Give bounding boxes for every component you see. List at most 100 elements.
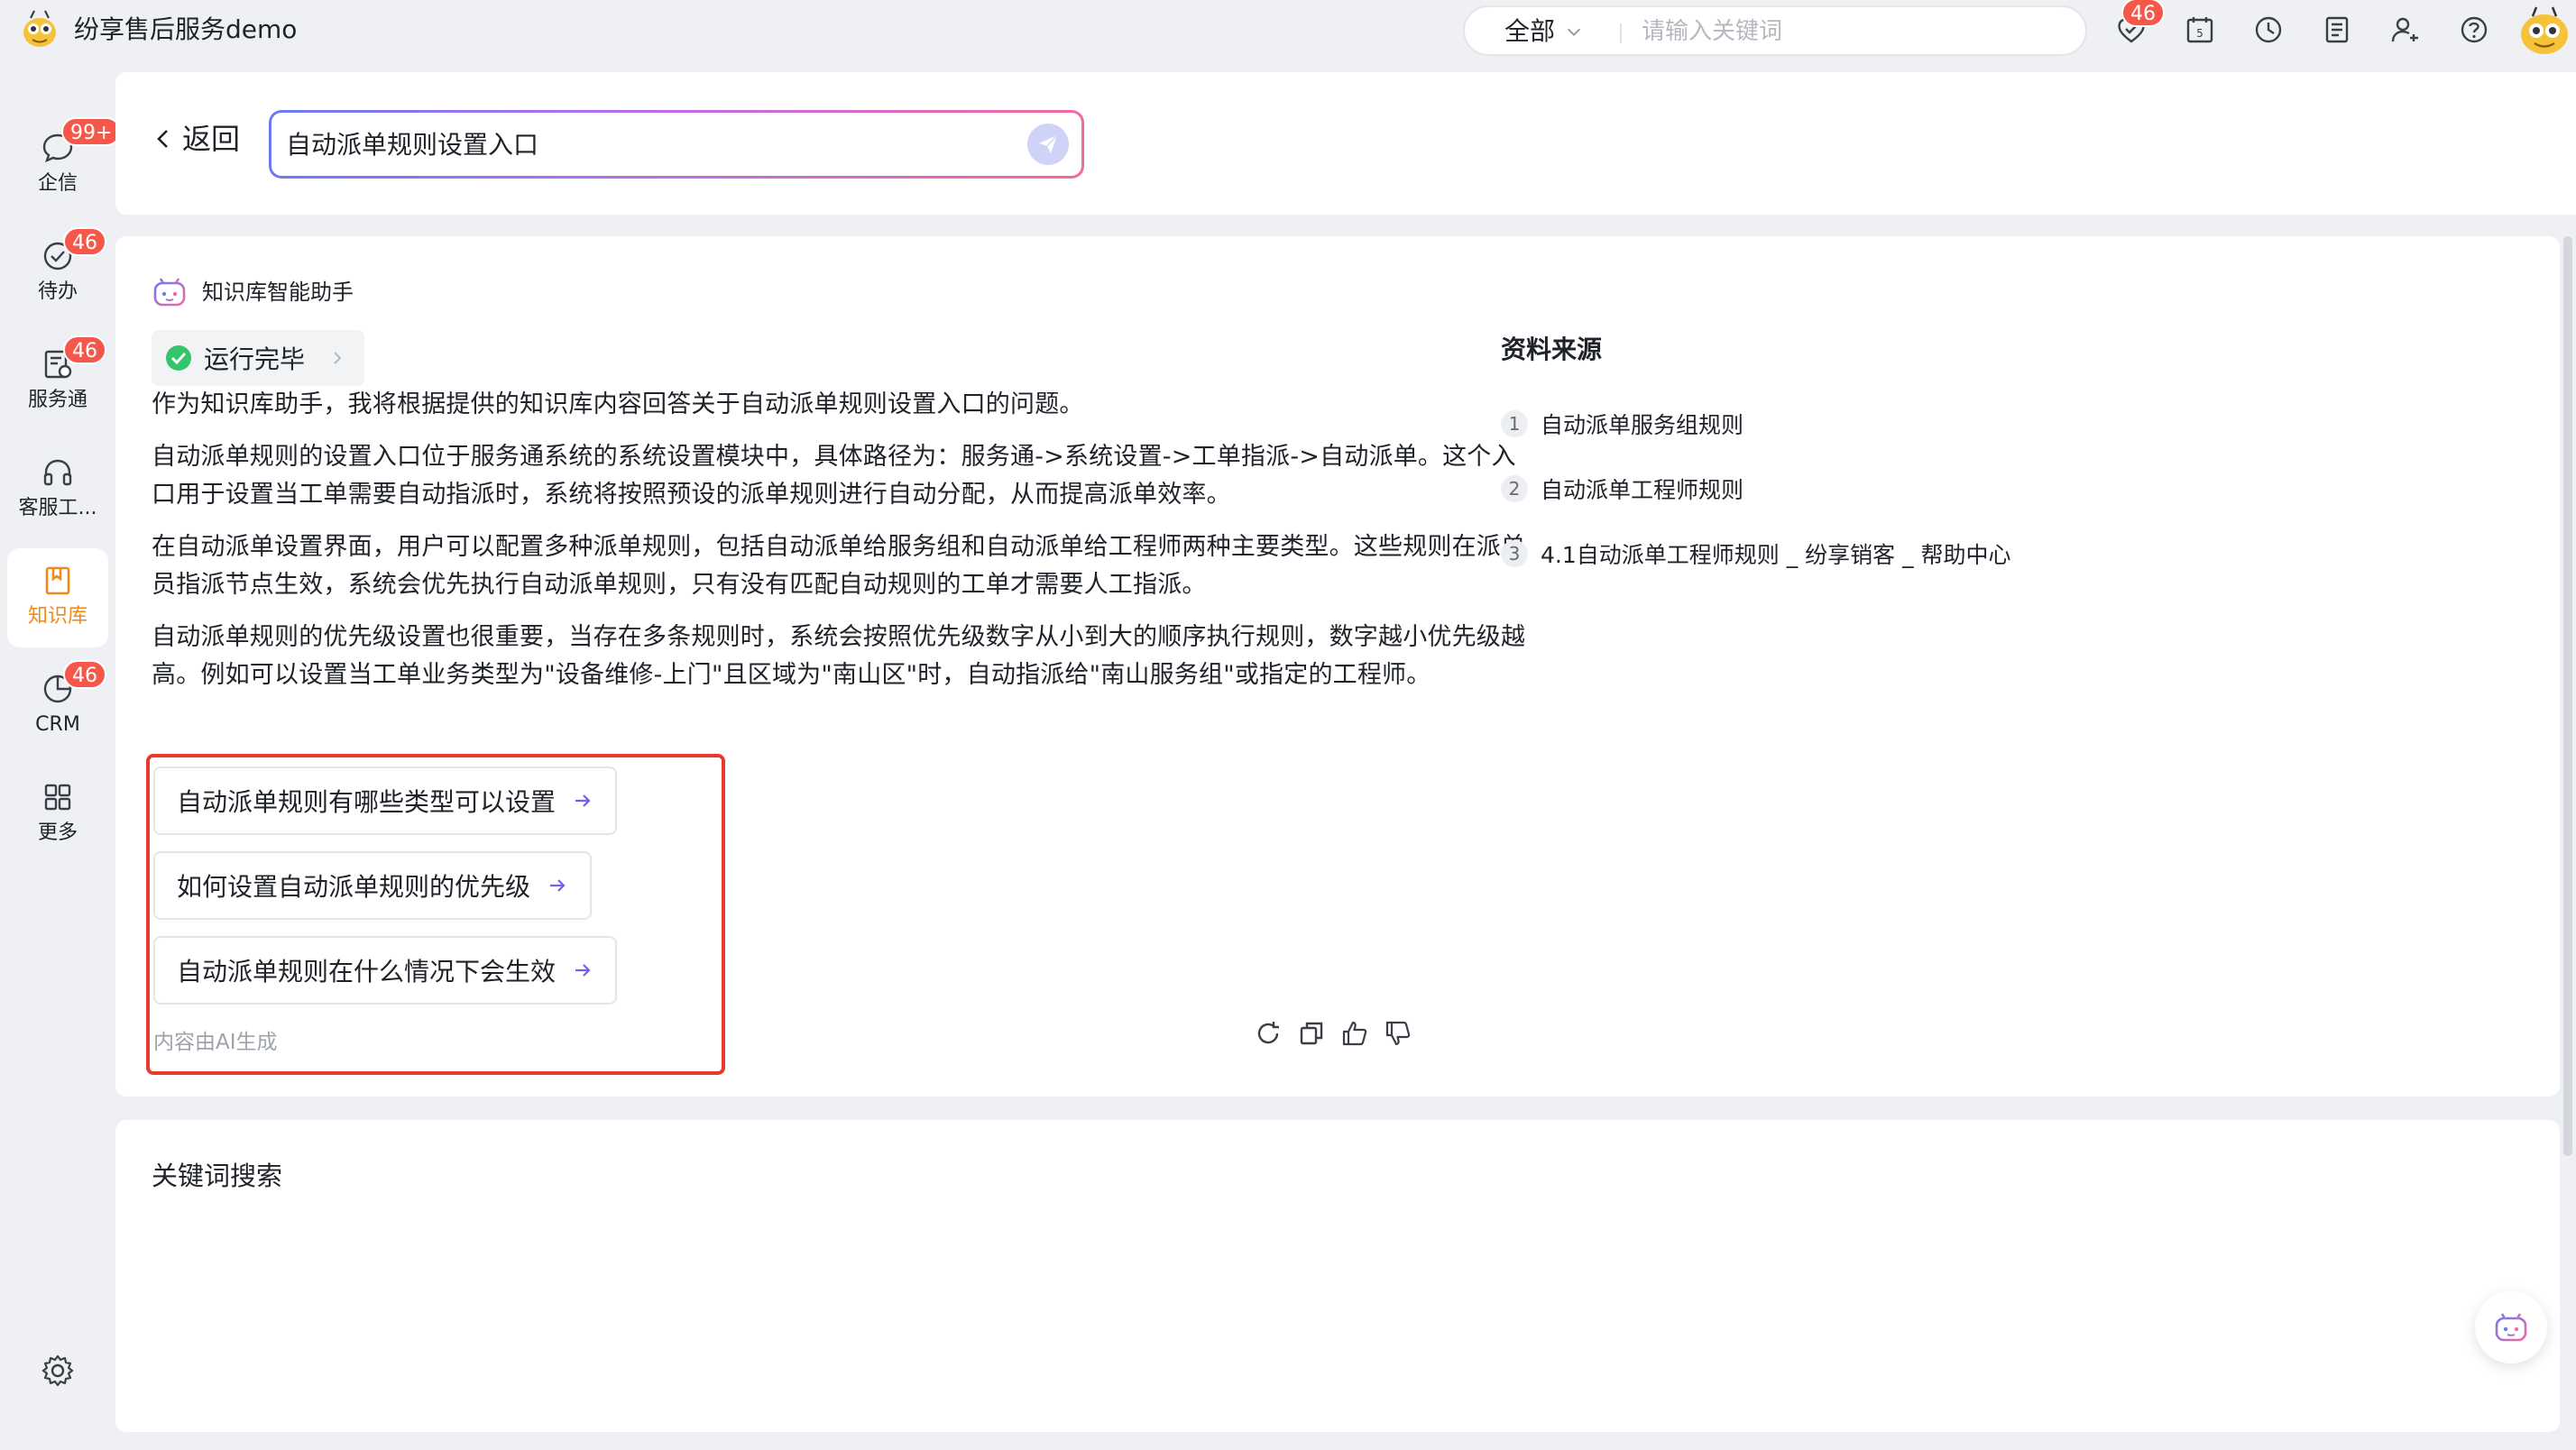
sidebar-item-label: CRM	[35, 713, 80, 736]
run-status-toggle[interactable]: 运行完毕	[152, 330, 365, 386]
notification-badge: 46	[2121, 0, 2165, 27]
source-item[interactable]: 2 自动派单工程师规则	[1501, 456, 2313, 521]
help-circle-icon	[2461, 16, 2488, 43]
sidebar-badge: 46	[63, 335, 106, 364]
source-item[interactable]: 1 自动派单服务组规则	[1501, 391, 2313, 456]
svg-text:5: 5	[2196, 27, 2203, 40]
help-button[interactable]	[2457, 13, 2491, 47]
headset-icon	[40, 454, 76, 491]
robot-icon	[2495, 1313, 2527, 1342]
keyword-search-title: 关键词搜索	[152, 1161, 283, 1191]
answer-body: 作为知识库助手，我将根据提供的知识库内容回答关于自动派单规则设置入口的问题。 自…	[152, 386, 1535, 709]
followup-question-1[interactable]: 自动派单规则有哪些类型可以设置	[153, 766, 618, 835]
calendar-icon: 5	[2186, 17, 2213, 43]
app-logo-icon	[23, 10, 56, 47]
query-box	[269, 110, 1084, 179]
source-link[interactable]: 4.1自动派单工程师规则 _ 纷享销客 _ 帮助中心	[1541, 537, 2011, 570]
chevron-right-icon	[334, 352, 342, 364]
thumbs-down-icon[interactable]	[1384, 1019, 1412, 1048]
sidebar-item-label: 更多	[37, 821, 78, 844]
run-status-label: 运行完毕	[204, 344, 306, 374]
search-scope-select[interactable]: 全部	[1504, 16, 1584, 47]
app-title: 纷享售后服务demo	[74, 14, 298, 44]
sidebar-item-more[interactable]: 更多	[7, 765, 108, 864]
sidebar-item-label: 服务通	[27, 389, 87, 411]
global-search: 全部	[1463, 5, 2087, 56]
search-scope-label: 全部	[1504, 16, 1556, 46]
arrow-right-icon	[575, 794, 591, 807]
user-avatar[interactable]	[2516, 2, 2572, 58]
sources-title: 资料来源	[1501, 335, 1603, 364]
back-button[interactable]: 返回	[152, 121, 240, 157]
arrow-right-icon	[575, 964, 591, 977]
sidebar-item-service[interactable]: 服务通 46	[7, 332, 108, 431]
chevron-left-icon	[157, 130, 168, 148]
source-item[interactable]: 3 4.1自动派单工程师规则 _ 纷享销客 _ 帮助中心	[1501, 521, 2313, 586]
robot-icon	[153, 278, 186, 307]
followup-question-3[interactable]: 自动派单规则在什么情况下会生效	[153, 936, 618, 1005]
followup-suggestions: 自动派单规则有哪些类型可以设置 如何设置自动派单规则的优先级 自动派单规则在什么…	[146, 754, 725, 1075]
answer-actions	[1254, 1019, 1412, 1048]
app-window: 纷享售后服务demo 全部 46 5	[0, 0, 2576, 1450]
source-number: 1	[1501, 410, 1528, 437]
clock-icon	[2255, 16, 2282, 43]
sidebar-badge: 99+	[61, 117, 122, 146]
sidebar-item-label: 企信	[37, 172, 78, 195]
search-input[interactable]	[1642, 16, 2065, 47]
chevron-down-icon	[1567, 28, 1581, 36]
sidebar-item-label: 客服工...	[18, 497, 97, 519]
query-inner	[271, 113, 1081, 176]
source-link[interactable]: 自动派单服务组规则	[1541, 408, 1743, 440]
thumbs-up-icon[interactable]	[1340, 1019, 1369, 1048]
answer-paragraph: 作为知识库助手，我将根据提供的知识库内容回答关于自动派单规则设置入口的问题。	[152, 390, 1084, 418]
search-header: 返回	[115, 72, 2576, 215]
sidebar-item-messages[interactable]: 企信 99+	[7, 115, 122, 215]
copy-icon[interactable]	[1297, 1019, 1326, 1048]
page-scrollbar[interactable]	[2563, 236, 2572, 1156]
regenerate-icon[interactable]	[1254, 1019, 1283, 1048]
top-bar: 纷享售后服务demo 全部 46 5	[0, 0, 2576, 60]
sidebar-badge: 46	[63, 227, 106, 256]
sidebar-item-label: 知识库	[27, 605, 87, 628]
ai-generated-note: 内容由AI生成	[153, 1031, 278, 1054]
sidebar-item-todo[interactable]: 待办 46	[7, 224, 108, 323]
assistant-float-button[interactable]	[2475, 1291, 2547, 1363]
gear-icon[interactable]	[40, 1353, 76, 1389]
followup-label: 自动派单规则有哪些类型可以设置	[177, 787, 557, 817]
user-settings-icon	[2391, 17, 2418, 42]
back-label: 返回	[182, 122, 241, 156]
sidebar-nav: 企信 99+ 待办 46 服务通 46 客服工... 知识库 CRM 46 更多	[0, 60, 122, 1450]
source-link[interactable]: 自动派单工程师规则	[1541, 473, 1743, 505]
followup-label: 自动派单规则在什么情况下会生效	[177, 957, 557, 987]
answer-paragraph: 在自动派单设置界面，用户可以配置多种派单规则，包括自动派单给服务组和自动派单给工…	[152, 533, 1526, 599]
grid-icon	[40, 779, 76, 815]
answer-paragraph: 自动派单规则的设置入口位于服务通系统的系统设置模块中，具体路径为：服务通->系统…	[152, 443, 1516, 509]
arrow-right-icon	[550, 879, 566, 892]
history-button[interactable]	[2251, 13, 2286, 47]
sidebar-badge: 46	[63, 660, 106, 689]
ai-answer-card: 知识库智能助手 运行完毕 作为知识库助手，我将根据提供的知识库内容回答关于自动派…	[115, 236, 2560, 1097]
query-input[interactable]	[286, 125, 989, 161]
assistant-header: 知识库智能助手	[152, 274, 354, 310]
sidebar-item-customer-service[interactable]: 客服工...	[7, 440, 108, 539]
check-circle-filled-icon	[166, 345, 191, 371]
keyword-search-card: 关键词搜索	[115, 1120, 2560, 1432]
sources-panel: 资料来源 1 自动派单服务组规则 2 自动派单工程师规则 3 4.1自动派单工程…	[1501, 332, 2313, 586]
document-icon	[2325, 16, 2349, 43]
send-button[interactable]	[1027, 124, 1069, 165]
calendar-button[interactable]: 5	[2183, 13, 2217, 47]
sidebar-item-crm[interactable]: CRM 46	[7, 656, 108, 756]
source-number: 3	[1501, 540, 1528, 567]
sidebar-item-knowledge-base[interactable]: 知识库	[7, 548, 108, 647]
answer-paragraph: 自动派单规则的优先级设置也很重要，当存在多条规则时，系统会按照优先级数字从小到大…	[152, 623, 1526, 689]
followup-label: 如何设置自动派单规则的优先级	[177, 872, 531, 902]
contacts-button[interactable]	[2388, 13, 2423, 47]
search-divider	[1620, 23, 1622, 43]
book-icon	[40, 563, 76, 599]
assistant-name: 知识库智能助手	[202, 280, 354, 305]
sidebar-item-label: 待办	[37, 280, 78, 303]
source-number: 2	[1501, 475, 1528, 502]
followup-question-2[interactable]: 如何设置自动派单规则的优先级	[153, 851, 593, 920]
documents-button[interactable]	[2320, 13, 2354, 47]
notification-button[interactable]: 46	[2114, 0, 2165, 47]
